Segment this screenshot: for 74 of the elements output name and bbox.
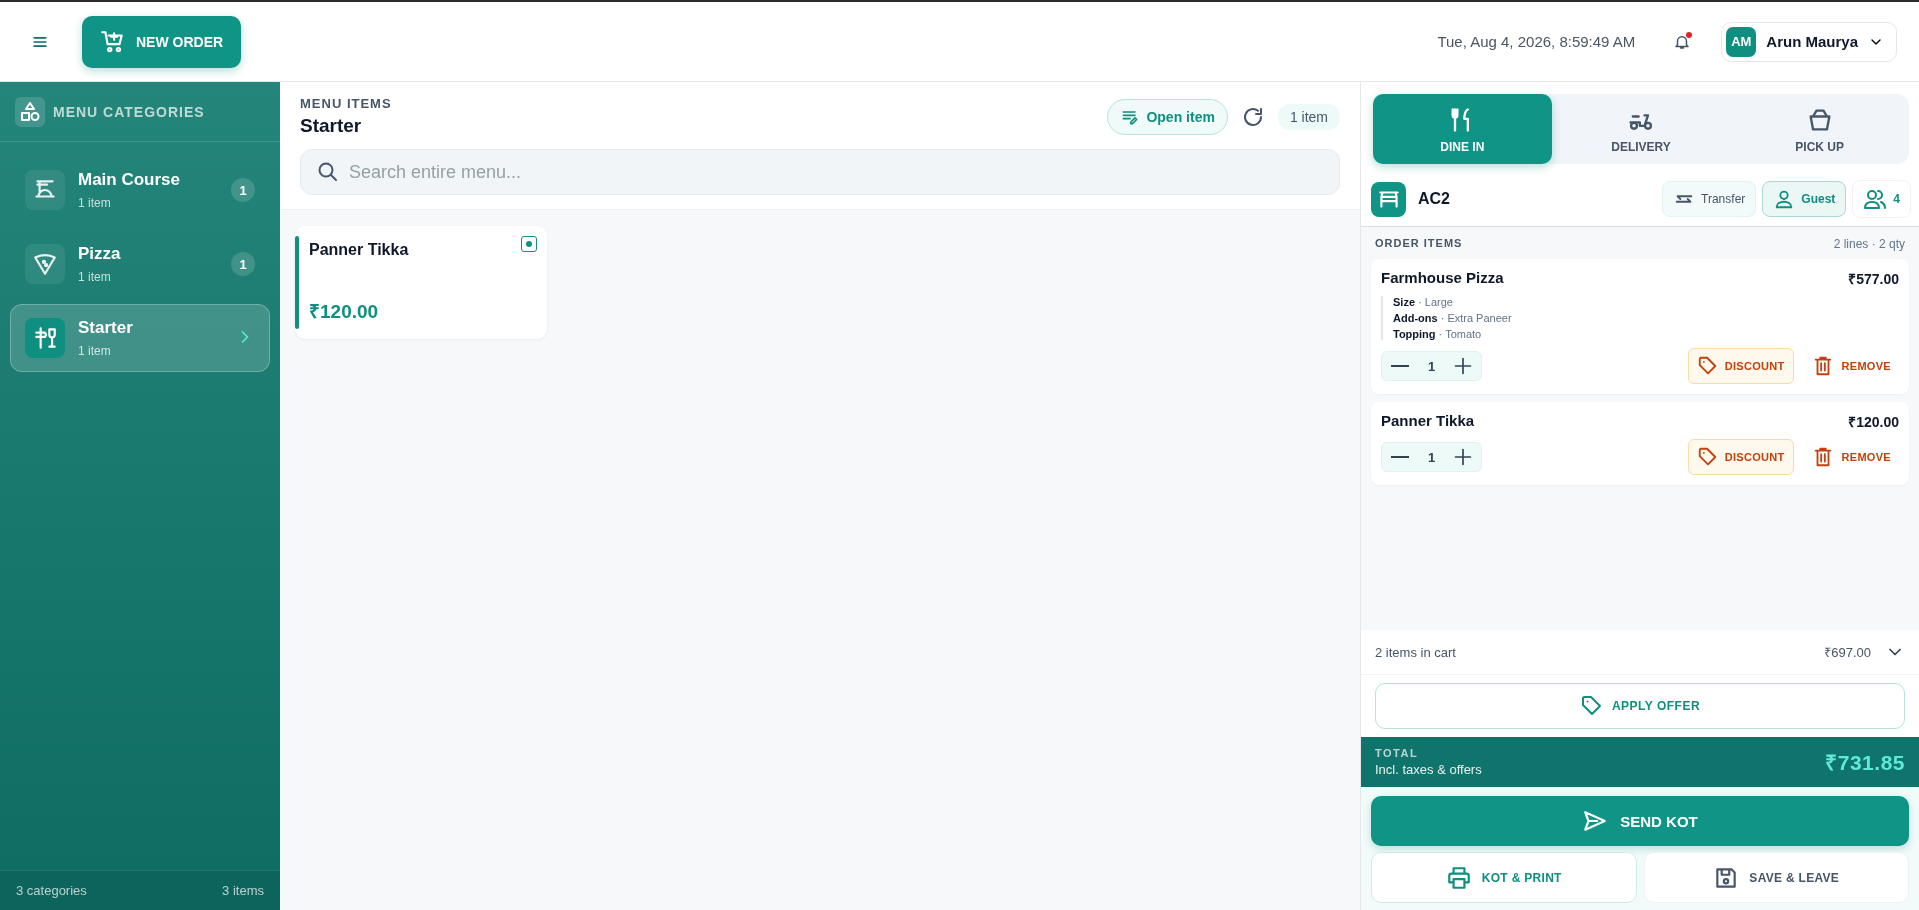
cart-summary: 2 items in cart bbox=[1375, 644, 1457, 660]
category-heading: Starter bbox=[300, 115, 363, 137]
plus-icon bbox=[1453, 356, 1474, 376]
count-badge: 1 bbox=[231, 178, 255, 202]
minus-icon bbox=[1390, 456, 1410, 458]
menu-item-card[interactable]: Panner Tikka ₹120.00 bbox=[295, 226, 547, 339]
category-count: 1 item bbox=[78, 270, 112, 284]
count-badge: 1 bbox=[231, 252, 255, 276]
tag-icon bbox=[1696, 446, 1719, 468]
tag-icon bbox=[1696, 355, 1719, 377]
remove-button[interactable]: REMOVE bbox=[1803, 349, 1899, 383]
item-name: Panner Tikka bbox=[309, 241, 410, 259]
sidebar-title: MENU CATEGORIES bbox=[53, 103, 205, 120]
section-label: MENU ITEMS bbox=[300, 96, 393, 111]
transfer-button[interactable]: Transfer bbox=[1662, 181, 1757, 217]
people-icon bbox=[1863, 187, 1888, 211]
item-name: Panner Tikka bbox=[1381, 412, 1475, 431]
open-item-button[interactable]: Open item bbox=[1107, 98, 1228, 135]
search-field[interactable]: Search entire menu... bbox=[300, 149, 1340, 195]
category-item[interactable]: Starter 1 item bbox=[10, 304, 270, 372]
remove-button[interactable]: REMOVE bbox=[1803, 440, 1899, 474]
items-total: 3 items bbox=[222, 883, 264, 898]
item-modifier: Topping · Tomato bbox=[1393, 328, 1483, 340]
item-price: ₹577.00 bbox=[1848, 270, 1899, 288]
discount-button[interactable]: DISCOUNT bbox=[1687, 348, 1794, 384]
new-order-button[interactable]: NEW ORDER bbox=[82, 15, 242, 68]
increase-button[interactable] bbox=[1453, 356, 1474, 376]
discount-button[interactable]: DISCOUNT bbox=[1687, 439, 1794, 475]
user-avatar: AM bbox=[1726, 26, 1757, 57]
category-count: 1 item bbox=[78, 196, 112, 210]
tag-icon bbox=[1579, 694, 1604, 718]
total-amount: ₹731.85 bbox=[1825, 750, 1905, 776]
minus-icon bbox=[1390, 365, 1410, 367]
date-time: Tue, Aug 4, 2026, 8:59:49 AM bbox=[1437, 33, 1636, 50]
send-icon bbox=[1582, 808, 1609, 834]
order-type-tab[interactable]: DINE IN bbox=[1373, 94, 1552, 164]
total-note: Incl. taxes & offers bbox=[1375, 762, 1483, 777]
category-item[interactable]: Pizza 1 item 1 bbox=[10, 230, 270, 298]
cart-plus-icon bbox=[100, 28, 126, 55]
guest-button[interactable]: Guest bbox=[1762, 181, 1847, 217]
category-name: Starter bbox=[78, 318, 134, 338]
item-price: ₹120.00 bbox=[1848, 413, 1899, 431]
categories-total: 3 categories bbox=[16, 883, 87, 898]
item-name: Farmhouse Pizza bbox=[1381, 269, 1504, 288]
order-type-tab[interactable]: DELIVERY bbox=[1551, 94, 1731, 164]
total-label: TOTAL bbox=[1375, 747, 1420, 759]
order-type-tab[interactable]: PICK UP bbox=[1730, 94, 1909, 164]
notification-button[interactable] bbox=[1673, 32, 1692, 51]
send-kot-button[interactable]: SEND KOT bbox=[1371, 796, 1909, 846]
section-label: ORDER ITEMS bbox=[1375, 237, 1463, 251]
quantity-value: 1 bbox=[1428, 449, 1436, 465]
quantity-value: 1 bbox=[1428, 358, 1436, 374]
save-leave-button[interactable]: SAVE & LEAVE bbox=[1643, 852, 1909, 903]
category-name: Main Course bbox=[78, 170, 182, 190]
cart-subtotal: ₹697.00 bbox=[1824, 644, 1871, 661]
category-count: 1 item bbox=[78, 344, 112, 358]
increase-button[interactable] bbox=[1453, 447, 1474, 467]
item-modifier: Add-ons · Extra Paneer bbox=[1393, 312, 1513, 324]
apply-offer-button[interactable]: APPLY OFFER bbox=[1375, 683, 1905, 729]
plus-icon bbox=[1453, 447, 1474, 467]
items-summary: 2 lines · 2 qty bbox=[1833, 237, 1905, 251]
pizza-slice-icon bbox=[32, 251, 58, 277]
printer-icon bbox=[1445, 864, 1472, 891]
user-name: Arun Maurya bbox=[1766, 33, 1858, 50]
table-name: AC2 bbox=[1418, 190, 1451, 208]
signpost-glass-icon bbox=[32, 325, 58, 351]
category-item[interactable]: Main Course 1 item 1 bbox=[10, 156, 270, 224]
item-modifier: Size · Large bbox=[1393, 296, 1454, 308]
category-name: Pizza bbox=[78, 244, 122, 264]
user-menu[interactable]: AM Arun Maurya bbox=[1721, 21, 1897, 62]
item-count: 1 item bbox=[1277, 103, 1340, 130]
kot-print-button[interactable]: KOT & PRINT bbox=[1371, 852, 1637, 903]
guest-count-button[interactable]: 4 bbox=[1852, 180, 1911, 218]
item-price: ₹120.00 bbox=[309, 300, 380, 324]
